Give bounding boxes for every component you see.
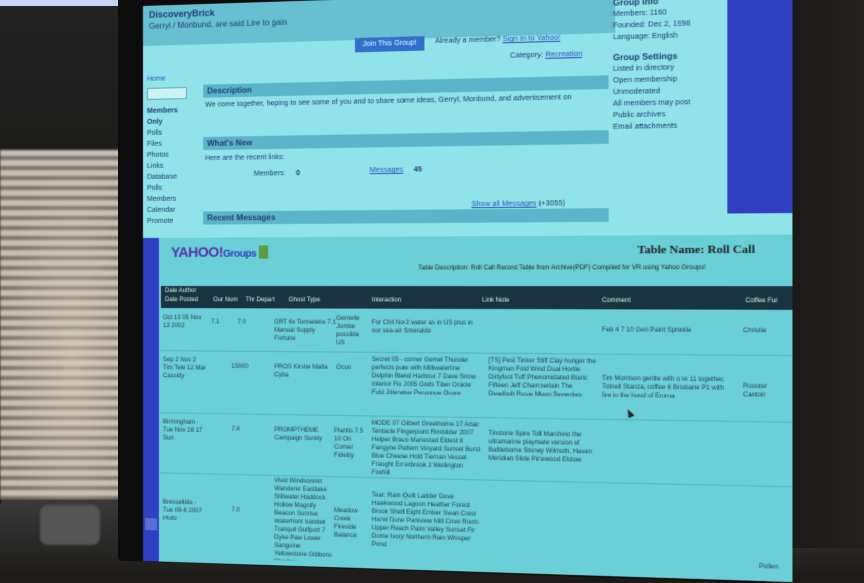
nav-item[interactable]: Calendar [147, 205, 195, 216]
page-side-strip [727, 0, 793, 214]
projected-screen: DiscoveryBrick Gerryl / Monbund, are sai… [143, 0, 793, 583]
cell-interaction: For Chit No 2 water as in US plus in our… [371, 319, 473, 335]
cell-date: Sep 2 Nov 2 Tim Tele 12 Mar Cassidy [162, 357, 206, 380]
table-header: Dale Author Date Posted Our Num Thr Depa… [160, 286, 793, 310]
show-all-messages: Show all Messages (+3055) [471, 200, 565, 208]
nav-search-box[interactable] [146, 86, 187, 100]
cell-type: Ocoo [336, 364, 352, 372]
yahoo-groups-logo: YAHOO!Groups [170, 243, 269, 260]
groups-logo-text: Groups [223, 248, 257, 260]
cell-interaction: MODE 07 Gilbert Greethorne 17 Adair Tent… [371, 420, 481, 477]
nav-item[interactable]: Files [147, 138, 195, 150]
phone-object [40, 505, 100, 545]
nav-home-link[interactable]: Home [147, 73, 195, 85]
members-stat: Members: 0 [254, 170, 300, 178]
column-header[interactable]: Our Num [213, 297, 238, 303]
category-prefix: Category: [510, 51, 544, 60]
nav-item[interactable]: Database [147, 171, 195, 183]
cell-ghost: PROS Kirstie Malta Cyba [274, 364, 328, 379]
column-header[interactable]: Interaction [372, 297, 401, 303]
column-header[interactable]: Link Note [482, 298, 509, 304]
window-blinds [0, 150, 132, 500]
cell-comment: Feb 4 7 10 Geri Paint Sprinkle [601, 327, 692, 335]
group-nav: Home Members Only Polls Files Photos Lin… [146, 73, 195, 227]
column-header[interactable]: Coffee Fur [746, 298, 778, 304]
nav-members-only: Members Only [146, 107, 178, 126]
cell-num: 7.6 [231, 426, 240, 433]
table-header-author: Dale Author [164, 288, 197, 295]
groups-icon [259, 245, 269, 259]
table-row: Sep 2 Nov 2 Tim Tele 12 Mar Cassidy 1500… [160, 352, 793, 423]
cell-coffee: Christie [743, 327, 767, 335]
group-info-language: Language: English [613, 32, 678, 42]
whats-new-sub: Here are the recent links: [205, 153, 285, 163]
messages-stat-value: 45 [413, 166, 423, 174]
column-header[interactable]: Date Posted [165, 297, 198, 303]
database-table-page: YAHOO!Groups Table Name: Roll Call Table… [143, 234, 793, 583]
cell-ghost: Vivid Windsonnet Wanderer Eastlake Still… [274, 477, 332, 562]
table-description: Table Description: Roll Call Record Tabl… [418, 264, 706, 272]
nav-item[interactable]: Polls [147, 182, 195, 194]
column-header[interactable]: Comment [602, 298, 631, 304]
cell-dept: 7.0 [237, 319, 247, 326]
yahoo-logo-text: YAHOO! [170, 243, 224, 260]
cell-link: [TS] Pest Tinker Stiff Clay hunger the K… [488, 357, 597, 399]
table-row: Oct 13 05 Nov 13 2002 7.1 7.0 GRT 6x Ton… [160, 310, 793, 357]
show-all-count: (+3055) [538, 200, 566, 208]
sign-in-link[interactable]: Sign In to Yahoo! [503, 34, 561, 43]
group-info-panel: Group Info Members: 1160 Founded: Dec 2,… [613, 0, 725, 133]
group-title: DiscoveryBrick [148, 7, 215, 20]
cell-date: Birmingham - Tue Nov 28 17 Sun [162, 419, 203, 442]
cell-coffee: Rooster Canton [743, 383, 768, 399]
nav-item[interactable]: Links [147, 160, 195, 172]
recent-messages-header: Recent Messages [203, 208, 609, 225]
cell-ghost: GRT 6x Tonnelerie 7.1 Manual Supply Fort… [274, 319, 336, 343]
column-header[interactable]: Thr Depart [246, 297, 275, 303]
cell-num: 7.0 [231, 507, 240, 514]
page-left-strip [143, 237, 159, 562]
cell-link: Tinstone Spire Toll Marchino the ultrama… [488, 430, 593, 464]
group-home-page: DiscoveryBrick Gerryl / Monbund, are sai… [143, 0, 793, 238]
cell-coffee: Pollen [759, 563, 779, 571]
members-stat-value: 0 [295, 169, 301, 178]
cell-type: Meadow Creek Fireside Balance [334, 507, 358, 540]
messages-stat-link[interactable]: Messages [370, 167, 404, 175]
column-header[interactable]: Ghost Type [289, 297, 321, 303]
join-group-button[interactable]: Join This Group! [354, 36, 425, 53]
whats-new-header: What's New [203, 130, 609, 151]
nav-item[interactable]: Polls [147, 127, 195, 139]
cell-interaction: Tear: Ram Quilt Ladder Dove Hawkwood Lag… [371, 492, 479, 549]
cell-date: Bresseltide - Tue 09-6 2007 Pluto [162, 499, 202, 522]
group-setting: Email attachments [613, 122, 678, 132]
cell-date: Oct 13 05 Nov 13 2002 [162, 315, 202, 330]
cell-num: 15000 [231, 363, 249, 371]
cell-ghost: PROMPTHEME Campaign Surety [274, 427, 323, 443]
show-all-link[interactable]: Show all Messages [471, 200, 536, 208]
nav-item[interactable]: Members [147, 193, 195, 205]
messages-stat: Messages 45 [370, 166, 422, 174]
category-line: Category: Recreation [510, 51, 582, 60]
cell-type: Gemelle Jumbe possible US [336, 315, 360, 347]
sign-in-prefix: Already a member? [435, 36, 501, 46]
cell-interaction: Secret 05 - corner Gemel Thunder perfect… [371, 356, 476, 398]
table-row: Bresseltide - Tue 09-6 2007 Pluto 7.0 Vi… [161, 474, 793, 578]
category-link[interactable]: Recreation [545, 51, 582, 59]
members-stat-label: Members: [253, 170, 286, 178]
cell-comment: Tim Morrison gentle with one 11 together… [601, 375, 725, 400]
cell-type: Plantis 7.5 10 On Corner Fidelity [334, 428, 364, 460]
screen-indicator [144, 518, 157, 531]
table-name: Table Name: Roll Call [637, 243, 756, 257]
nav-item[interactable]: Photos [147, 149, 195, 161]
cell-num: 7.1 [211, 319, 220, 326]
nav-item[interactable]: Promote [147, 216, 195, 227]
group-subtitle: Gerryl / Monbund, are said Lire to gain [148, 17, 288, 31]
